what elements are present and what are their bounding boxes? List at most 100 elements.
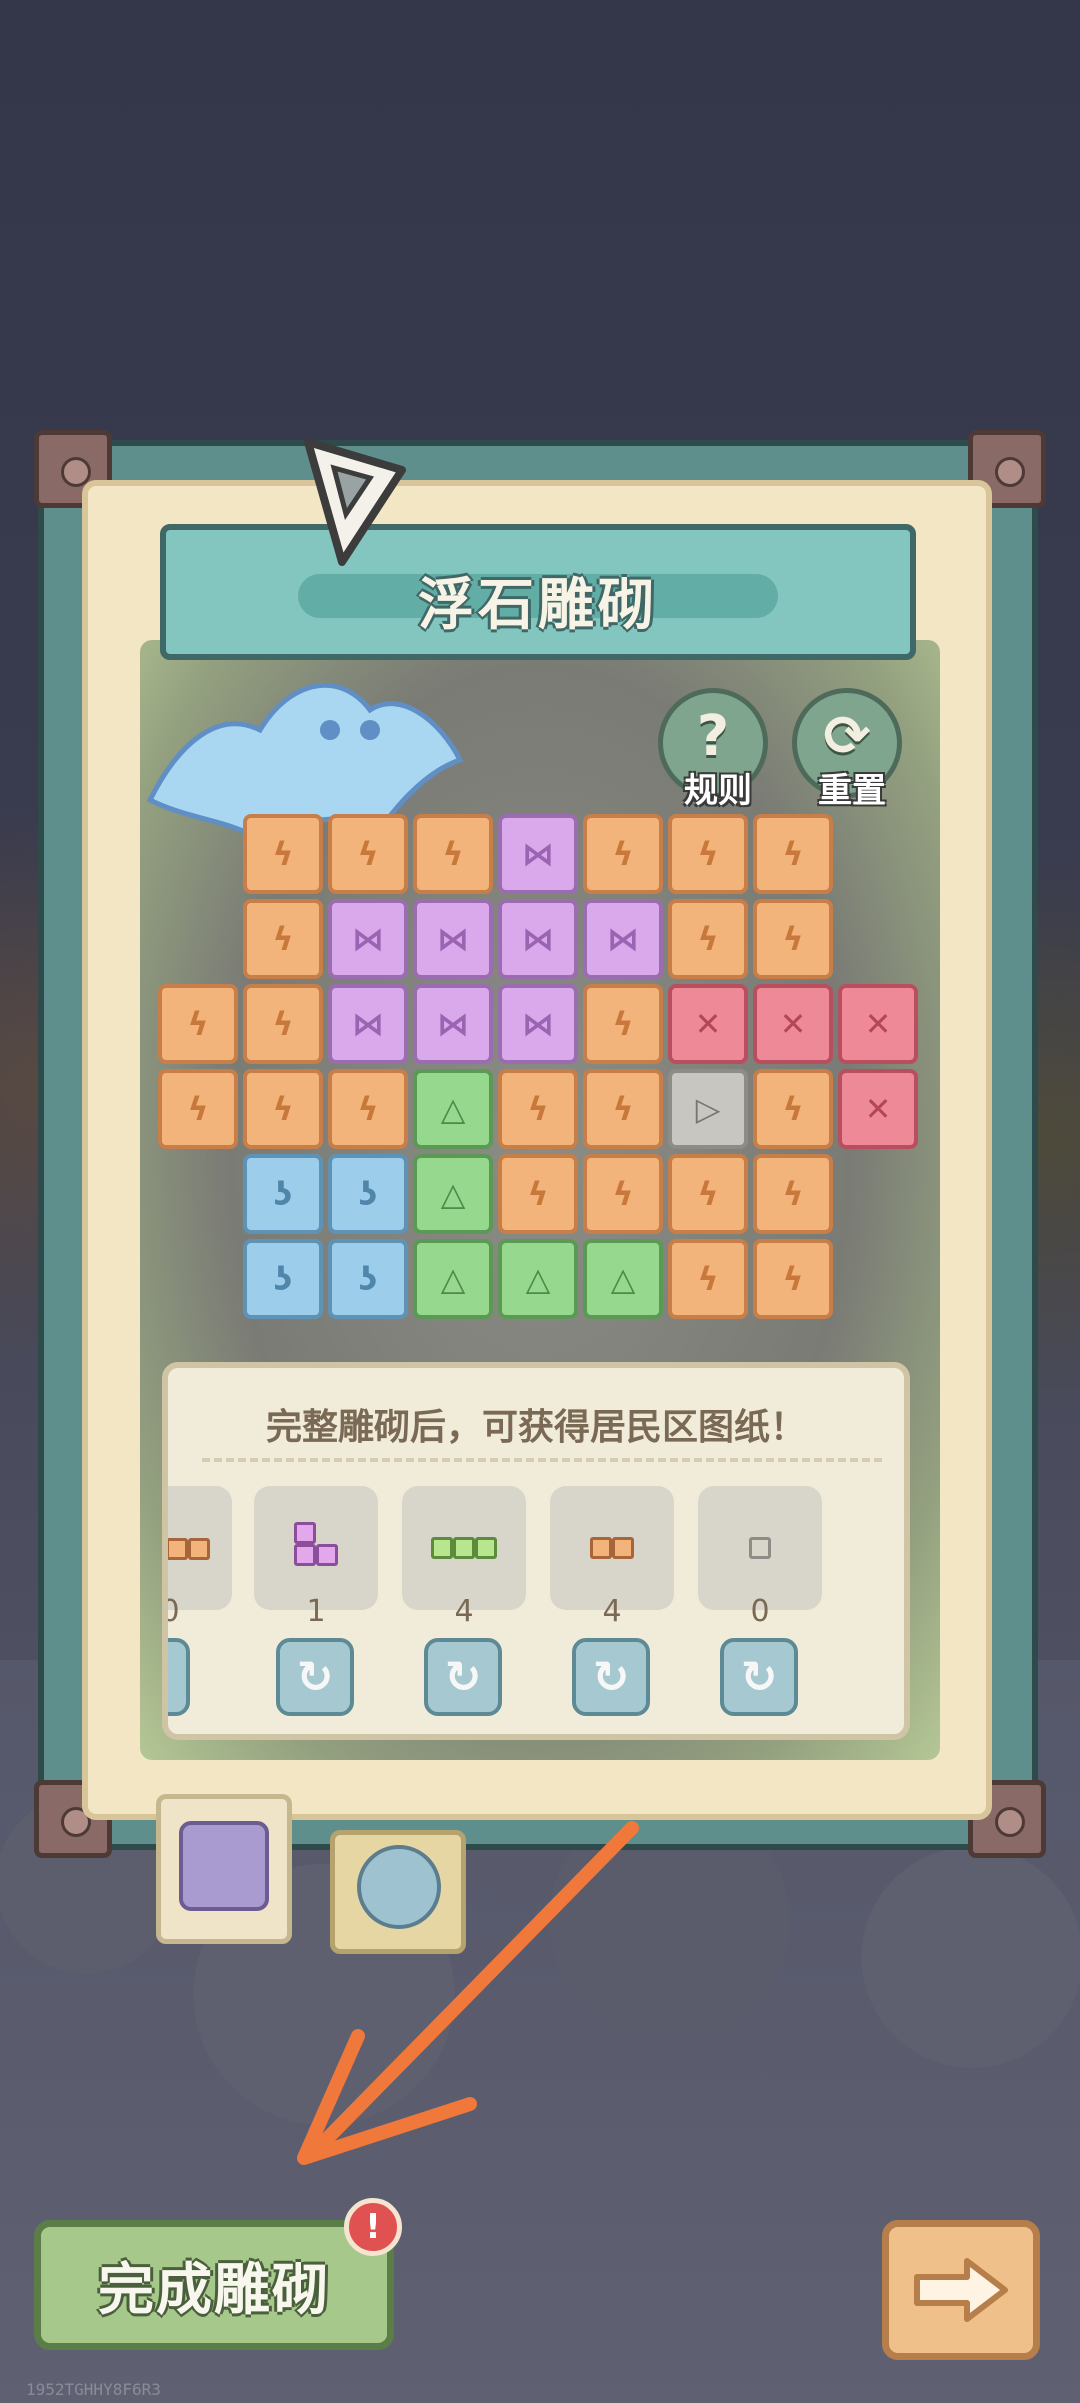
piece-slot[interactable] (168, 1486, 232, 1610)
puzzle-tile[interactable]: ʖ (328, 1239, 408, 1319)
puzzle-tile[interactable]: ʖ (243, 1154, 323, 1234)
puzzle-tile[interactable]: ϟ (583, 1069, 663, 1149)
rune-icon: △ (610, 1260, 636, 1298)
rules-button[interactable]: ? 规则 (658, 688, 768, 811)
rune-icon: ϟ (612, 1090, 634, 1128)
piece-count: 4 (602, 1594, 622, 1629)
rune-icon: △ (525, 1260, 551, 1298)
rune-icon: △ (440, 1090, 466, 1128)
puzzle-tile[interactable]: ✕ (838, 984, 918, 1064)
puzzle-board-icon (179, 1821, 269, 1911)
puzzle-tile[interactable]: ϟ (413, 814, 493, 894)
puzzle-tile[interactable]: ʖ (243, 1239, 323, 1319)
puzzle-tile[interactable]: ϟ (753, 1069, 833, 1149)
rune-icon: ϟ (697, 920, 719, 958)
puzzle-tile[interactable]: ϟ (668, 814, 748, 894)
rune-icon: ϟ (697, 1175, 719, 1213)
puzzle-tile[interactable]: ϟ (243, 814, 323, 894)
triangle-rune-icon (304, 438, 406, 566)
rune-icon: ϟ (782, 920, 804, 958)
rotate-button[interactable]: ↻ (168, 1638, 190, 1716)
piece-slot[interactable] (550, 1486, 674, 1610)
piece-slot[interactable] (698, 1486, 822, 1610)
rune-icon: ✕ (779, 1005, 807, 1043)
puzzle-tile[interactable]: ϟ (498, 1154, 578, 1234)
rune-icon: △ (440, 1260, 466, 1298)
puzzle-tile[interactable]: ϟ (243, 1069, 323, 1149)
rune-icon: ⋈ (522, 835, 554, 873)
puzzle-tile[interactable]: ⋈ (413, 899, 493, 979)
rune-icon: ϟ (612, 835, 634, 873)
puzzle-tile[interactable]: ⋈ (583, 899, 663, 979)
puzzle-tile[interactable]: ϟ (583, 814, 663, 894)
rotate-icon: ↻ (168, 1652, 169, 1703)
rotate-icon: ↻ (592, 1651, 630, 1703)
puzzle-tile[interactable]: ϟ (668, 899, 748, 979)
rune-icon: ϟ (697, 835, 719, 873)
next-button[interactable] (882, 2220, 1040, 2360)
watermark-text: 1952TGHHY8F6R3 (26, 2380, 161, 2399)
puzzle-tile[interactable]: ⋈ (413, 984, 493, 1064)
rune-icon: ▷ (695, 1090, 721, 1128)
puzzle-tile[interactable]: ϟ (668, 1154, 748, 1234)
puzzle-tile[interactable]: ⋈ (328, 899, 408, 979)
puzzle-tile[interactable]: ϟ (753, 1154, 833, 1234)
puzzle-tile[interactable]: ϟ (668, 1239, 748, 1319)
rune-icon: ϟ (527, 1175, 549, 1213)
rune-icon: ✕ (864, 1005, 892, 1043)
puzzle-tile[interactable]: ϟ (753, 814, 833, 894)
puzzle-tile[interactable]: ϟ (243, 984, 323, 1064)
rune-icon: ϟ (612, 1005, 634, 1043)
rotate-button[interactable]: ↻ (720, 1638, 798, 1716)
puzzle-tile[interactable]: ʖ (328, 1154, 408, 1234)
puzzle-tile[interactable]: ⋈ (498, 814, 578, 894)
puzzle-tile[interactable]: ϟ (498, 1069, 578, 1149)
reward-message: 完整雕砌后，可获得居民区图纸！ (265, 1407, 806, 1448)
rotate-button[interactable]: ↻ (572, 1638, 650, 1716)
puzzle-tile[interactable]: ϟ (158, 1069, 238, 1149)
puzzle-tile[interactable]: ▷ (668, 1069, 748, 1149)
rune-icon: ϟ (357, 835, 379, 873)
piece-count: 4 (454, 1594, 474, 1629)
rotate-button[interactable]: ↻ (276, 1638, 354, 1716)
rune-icon: ✕ (694, 1005, 722, 1043)
rune-icon: ϟ (272, 1005, 294, 1043)
rune-icon: ⋈ (352, 920, 384, 958)
puzzle-tile[interactable]: △ (413, 1239, 493, 1319)
puzzle-tile[interactable]: △ (413, 1069, 493, 1149)
puzzle-tile[interactable]: ϟ (328, 814, 408, 894)
puzzle-tile[interactable]: ✕ (838, 1069, 918, 1149)
puzzle-tile[interactable]: ⋈ (498, 984, 578, 1064)
puzzle-tile[interactable]: △ (583, 1239, 663, 1319)
puzzle-tile[interactable]: ϟ (158, 984, 238, 1064)
piece-slot[interactable] (402, 1486, 526, 1610)
puzzle-tile[interactable]: ⋈ (498, 899, 578, 979)
puzzle-tile[interactable]: △ (413, 1154, 493, 1234)
puzzle-tile[interactable]: ✕ (753, 984, 833, 1064)
puzzle-tile[interactable]: ϟ (328, 1069, 408, 1149)
rune-icon: ⋈ (352, 1005, 384, 1043)
crystal-ball-icon (357, 1845, 441, 1929)
puzzle-tile[interactable]: ✕ (668, 984, 748, 1064)
rotate-button[interactable]: ↻ (424, 1638, 502, 1716)
puzzle-tile[interactable]: ϟ (583, 984, 663, 1064)
puzzle-tile[interactable]: ϟ (243, 899, 323, 979)
puzzle-tile[interactable]: ϟ (753, 1239, 833, 1319)
title-banner: 浮石雕砌 (160, 524, 916, 660)
reset-label: 重置 (818, 771, 886, 811)
finish-carving-button[interactable]: 完成雕砌 (34, 2220, 394, 2350)
question-icon: ? (696, 703, 730, 769)
piece-slot[interactable] (254, 1486, 378, 1610)
tab-puzzle-board[interactable] (156, 1794, 292, 1944)
rune-icon: ϟ (187, 1005, 209, 1043)
rune-icon: ʖ (273, 1175, 293, 1213)
puzzle-tile[interactable]: △ (498, 1239, 578, 1319)
rune-icon: ϟ (782, 835, 804, 873)
reset-button[interactable]: ⟳ 重置 (792, 688, 902, 811)
rune-icon: ʖ (358, 1175, 378, 1213)
puzzle-tile[interactable]: ϟ (753, 899, 833, 979)
puzzle-tile[interactable]: ϟ (583, 1154, 663, 1234)
tab-crystal-ball[interactable] (330, 1830, 466, 1954)
puzzle-tile[interactable]: ⋈ (328, 984, 408, 1064)
rune-icon: ϟ (782, 1090, 804, 1128)
